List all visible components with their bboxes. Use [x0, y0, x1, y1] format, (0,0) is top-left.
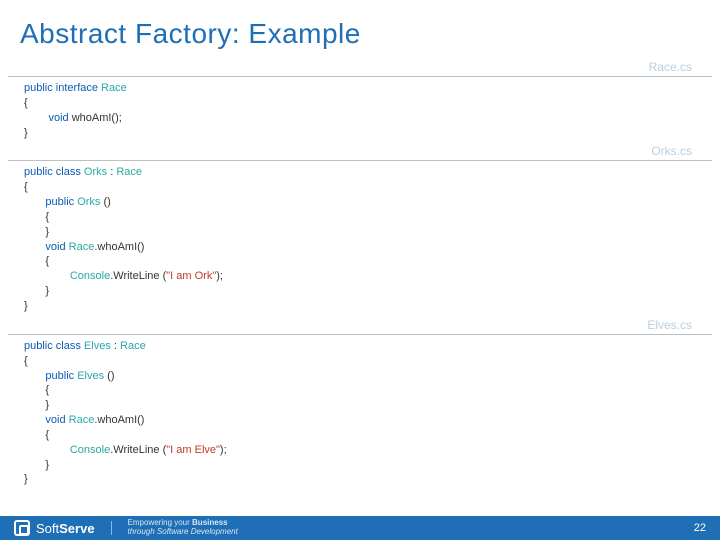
brand: SoftServe Empowering your Business throu…	[14, 519, 238, 537]
tagline: Empowering your Business through Softwar…	[128, 519, 238, 537]
separator	[111, 521, 112, 535]
code-elves: public class Elves : Race{ public Elves …	[0, 335, 720, 489]
brand-text: SoftServe	[36, 521, 95, 536]
file-label-race: Race.cs	[0, 58, 720, 76]
footer-bar: SoftServe Empowering your Business throu…	[0, 516, 720, 540]
file-label-orks: Orks.cs	[0, 142, 720, 160]
slide-title: Abstract Factory: Example	[0, 0, 720, 58]
logo-icon	[14, 520, 30, 536]
file-label-elves: Elves.cs	[0, 316, 720, 334]
code-orks: public class Orks : Race{ public Orks ()…	[0, 161, 720, 315]
code-race: public interface Race{ void whoAmI();}	[0, 77, 720, 142]
page-number: 22	[694, 522, 706, 534]
